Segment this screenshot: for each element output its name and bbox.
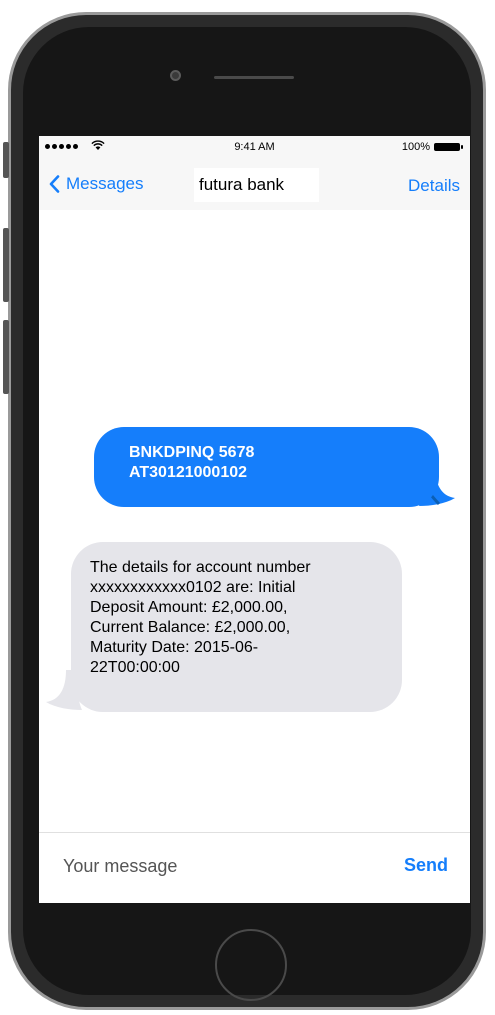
battery-icon: [434, 143, 463, 151]
home-button[interactable]: [215, 929, 287, 1001]
message-input[interactable]: [63, 851, 363, 881]
stage: 9:41 AM 100% Messages futura bank Detail…: [0, 0, 495, 1015]
contact-name: futura bank: [199, 175, 285, 194]
message-composer: Send: [39, 832, 470, 903]
volume-up-button: [3, 228, 9, 302]
status-bar: 9:41 AM 100%: [39, 136, 470, 158]
contact-title-box: futura bank: [194, 168, 319, 202]
front-camera: [170, 70, 181, 81]
chevron-left-icon: [49, 175, 60, 193]
incoming-message-bubble[interactable]: The details for account number xxxxxxxxx…: [71, 542, 402, 712]
details-button[interactable]: Details: [408, 176, 460, 196]
send-button[interactable]: Send: [404, 855, 448, 876]
incoming-message-text: The details for account number xxxxxxxxx…: [90, 559, 311, 676]
back-button[interactable]: Messages: [49, 174, 143, 194]
navigation-bar: Messages futura bank Details: [39, 158, 470, 210]
back-button-label: Messages: [66, 174, 144, 193]
mute-switch: [3, 142, 9, 178]
battery-percentage: 100%: [401, 141, 430, 153]
earpiece-speaker: [214, 76, 294, 79]
outgoing-message-bubble[interactable]: BNKDPINQ 5678 AT30121000102: [94, 427, 439, 507]
volume-down-button: [3, 320, 9, 394]
phone-screen: 9:41 AM 100% Messages futura bank Detail…: [39, 136, 470, 903]
outgoing-message-text: BNKDPINQ 5678 AT30121000102: [129, 444, 255, 481]
